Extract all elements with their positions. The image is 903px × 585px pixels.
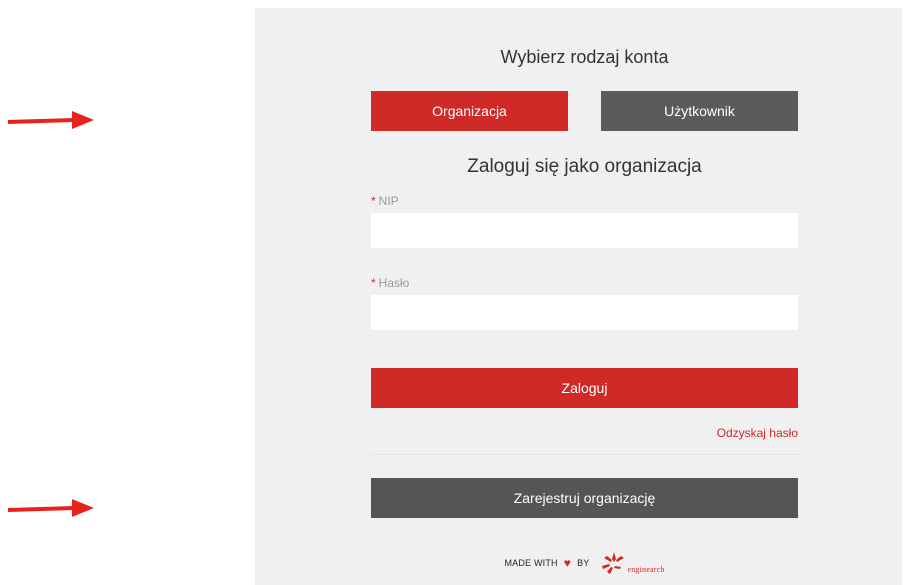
organization-tab-button[interactable]: Organizacja (371, 91, 568, 131)
enginearch-logo[interactable]: enginearch (597, 550, 664, 576)
nip-label: * NIP (371, 194, 399, 208)
login-panel: Wybierz rodzaj konta Organizacja Użytkow… (255, 8, 902, 585)
password-input[interactable] (371, 295, 798, 330)
annotation-arrow-bottom (8, 498, 94, 518)
required-marker: * (371, 194, 376, 208)
nip-label-text: NIP (378, 194, 399, 208)
register-organization-button[interactable]: Zarejestruj organizację (371, 478, 798, 518)
password-label: * Hasło (371, 276, 409, 290)
login-button[interactable]: Zaloguj (371, 368, 798, 408)
heart-icon: ♥ (563, 556, 572, 570)
nip-input[interactable] (371, 213, 798, 248)
enginearch-wordmark: enginearch (627, 565, 665, 574)
footer-credit: MADE WITH ♥ BY enginearch (371, 548, 798, 578)
required-marker: * (371, 276, 376, 290)
login-heading: Zaloguj się jako organizacja (467, 156, 702, 177)
account-type-heading: Wybierz rodzaj konta (500, 47, 669, 67)
enginearch-logo-icon (602, 552, 625, 574)
forgot-password-link[interactable]: Odzyskaj hasło (717, 426, 798, 440)
divider (371, 454, 798, 455)
password-label-text: Hasło (378, 276, 410, 290)
user-tab-button[interactable]: Użytkownik (601, 91, 798, 131)
by-text: BY (577, 558, 590, 568)
made-with-text: MADE WITH (504, 558, 558, 568)
annotation-arrow-top (8, 110, 94, 130)
